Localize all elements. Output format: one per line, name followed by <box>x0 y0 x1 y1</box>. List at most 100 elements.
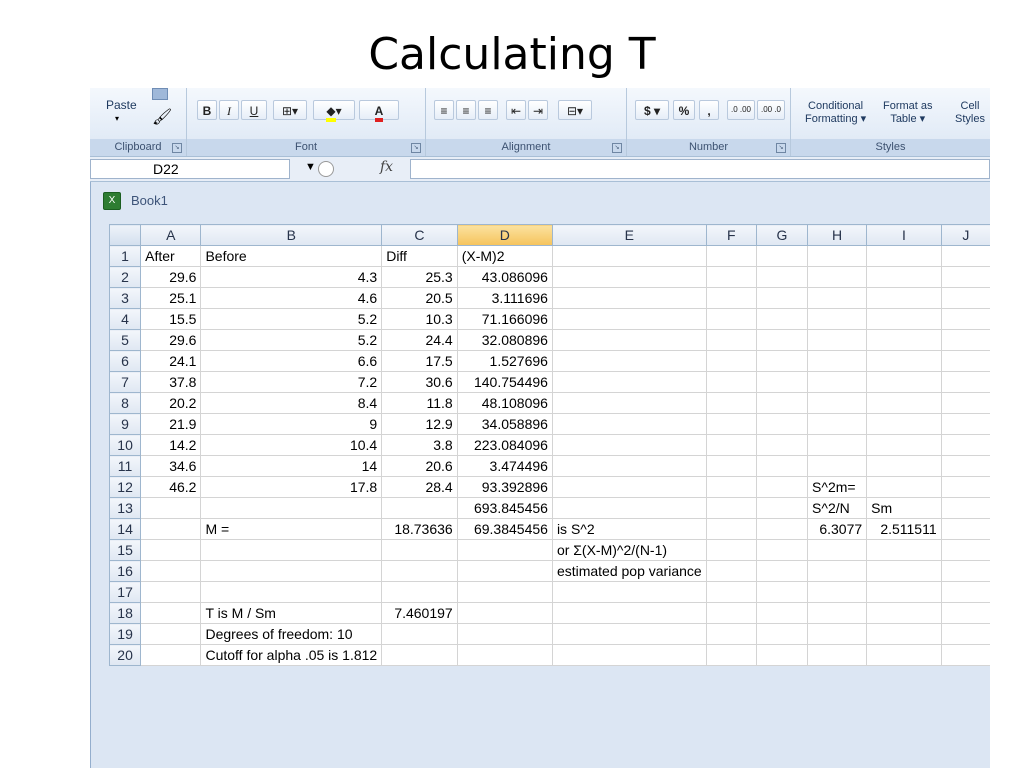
cell-j20[interactable] <box>940 644 990 666</box>
cell-c13[interactable] <box>381 497 458 519</box>
cell-h4[interactable] <box>807 308 868 330</box>
cell-d16[interactable] <box>456 560 553 582</box>
cell-h2[interactable] <box>807 266 868 288</box>
cell-h14[interactable]: 6.3077 <box>807 518 868 540</box>
cell-g9[interactable] <box>755 413 809 435</box>
comma-button[interactable]: , <box>699 100 719 120</box>
row-header[interactable]: 1 <box>108 245 142 267</box>
cell-e13[interactable] <box>551 497 707 519</box>
cell-e1[interactable] <box>551 245 707 267</box>
row-header[interactable]: 17 <box>108 581 142 603</box>
cell-g7[interactable] <box>755 371 809 393</box>
cell-j13[interactable] <box>940 497 990 519</box>
cell-a5[interactable]: 29.6 <box>140 329 202 351</box>
cell-c1[interactable]: Diff <box>381 245 458 267</box>
cell-g4[interactable] <box>755 308 809 330</box>
cell-e16[interactable]: estimated pop variance <box>551 560 707 582</box>
cell-b11[interactable]: 14 <box>200 455 383 477</box>
cell-c3[interactable]: 20.5 <box>381 287 458 309</box>
cell-a11[interactable]: 34.6 <box>140 455 202 477</box>
cell-j16[interactable] <box>940 560 990 582</box>
cell-g10[interactable] <box>755 434 809 456</box>
cell-d12[interactable]: 93.392896 <box>456 476 553 498</box>
row-header[interactable]: 10 <box>108 434 142 456</box>
cell-j6[interactable] <box>940 350 990 372</box>
cell-e3[interactable] <box>551 287 707 309</box>
column-header-d[interactable]: D <box>456 224 553 246</box>
name-box-dropdown-icon[interactable]: ▼ <box>305 161 316 173</box>
cell-h5[interactable] <box>807 329 868 351</box>
row-header[interactable]: 5 <box>108 329 142 351</box>
cell-j15[interactable] <box>940 539 990 561</box>
column-header-c[interactable]: C <box>381 224 458 246</box>
cell-a18[interactable] <box>140 602 202 624</box>
cell-a16[interactable] <box>140 560 202 582</box>
column-header-b[interactable]: B <box>200 224 383 246</box>
bold-button[interactable]: B <box>197 100 217 120</box>
cell-d4[interactable]: 71.166096 <box>456 308 553 330</box>
cell-d7[interactable]: 140.754496 <box>456 371 553 393</box>
cell-j2[interactable] <box>940 266 990 288</box>
cell-b7[interactable]: 7.2 <box>200 371 383 393</box>
cell-j4[interactable] <box>940 308 990 330</box>
row-header[interactable]: 15 <box>108 539 142 561</box>
cell-i19[interactable] <box>866 623 942 645</box>
column-header-i[interactable]: I <box>866 224 942 246</box>
cell-b15[interactable] <box>200 539 383 561</box>
cell-i9[interactable] <box>866 413 942 435</box>
cell-a15[interactable] <box>140 539 202 561</box>
cell-c18[interactable]: 7.460197 <box>381 602 458 624</box>
cell-a6[interactable]: 24.1 <box>140 350 202 372</box>
cell-j12[interactable] <box>940 476 990 498</box>
cell-a4[interactable]: 15.5 <box>140 308 202 330</box>
row-header[interactable]: 14 <box>108 518 142 540</box>
cell-f16[interactable] <box>705 560 757 582</box>
cell-c4[interactable]: 10.3 <box>381 308 458 330</box>
cell-e4[interactable] <box>551 308 707 330</box>
cell-f15[interactable] <box>705 539 757 561</box>
cell-h8[interactable] <box>807 392 868 414</box>
row-header[interactable]: 13 <box>108 497 142 519</box>
cell-j17[interactable] <box>940 581 990 603</box>
cell-f3[interactable] <box>705 287 757 309</box>
cell-h7[interactable] <box>807 371 868 393</box>
cell-d1[interactable]: (X-M)2 <box>456 245 553 267</box>
decrease-indent-icon[interactable]: ⇤ <box>506 100 526 120</box>
cell-c19[interactable] <box>381 623 458 645</box>
cell-i10[interactable] <box>866 434 942 456</box>
cell-b10[interactable]: 10.4 <box>200 434 383 456</box>
cell-h20[interactable] <box>807 644 868 666</box>
cell-h12[interactable]: S^2m= <box>807 476 868 498</box>
cell-e14[interactable]: is S^2 <box>551 518 707 540</box>
cell-j18[interactable] <box>940 602 990 624</box>
cell-d10[interactable]: 223.084096 <box>456 434 553 456</box>
cell-a17[interactable] <box>140 581 202 603</box>
cell-g15[interactable] <box>755 539 809 561</box>
cell-i4[interactable] <box>866 308 942 330</box>
cell-j8[interactable] <box>940 392 990 414</box>
cell-e20[interactable] <box>551 644 707 666</box>
cell-i17[interactable] <box>866 581 942 603</box>
cell-f10[interactable] <box>705 434 757 456</box>
cell-g3[interactable] <box>755 287 809 309</box>
copy-icon[interactable] <box>152 88 168 100</box>
cell-g14[interactable] <box>755 518 809 540</box>
row-header[interactable]: 18 <box>108 602 142 624</box>
cell-c17[interactable] <box>381 581 458 603</box>
format-as-table-button[interactable]: Format as Table ▾ <box>883 100 933 126</box>
row-header[interactable]: 3 <box>108 287 142 309</box>
cell-i5[interactable] <box>866 329 942 351</box>
cell-g13[interactable] <box>755 497 809 519</box>
percent-button[interactable]: % <box>673 100 695 120</box>
cell-i6[interactable] <box>866 350 942 372</box>
cell-a3[interactable]: 25.1 <box>140 287 202 309</box>
cell-g1[interactable] <box>755 245 809 267</box>
cell-b8[interactable]: 8.4 <box>200 392 383 414</box>
row-header[interactable]: 7 <box>108 371 142 393</box>
cell-c20[interactable] <box>381 644 458 666</box>
cell-d9[interactable]: 34.058896 <box>456 413 553 435</box>
row-header[interactable]: 19 <box>108 623 142 645</box>
cell-a19[interactable] <box>140 623 202 645</box>
number-launcher-icon[interactable]: ↘ <box>776 143 786 153</box>
cell-d18[interactable] <box>456 602 553 624</box>
